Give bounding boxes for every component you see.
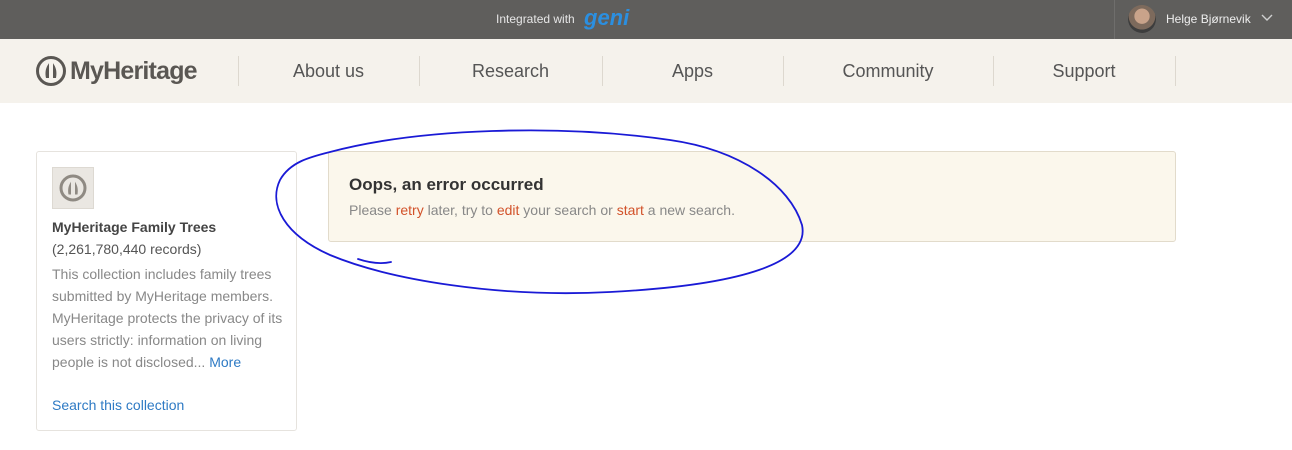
myheritage-logo[interactable]: MyHeritage (36, 56, 198, 86)
nav-support[interactable]: Support (993, 61, 1175, 82)
user-menu[interactable]: Helge Bjørnevik (1114, 0, 1292, 39)
error-msg-part: a new search. (643, 202, 735, 218)
retry-link[interactable]: retry (396, 202, 424, 218)
more-link[interactable]: More (209, 354, 241, 370)
search-collection-link[interactable]: Search this collection (52, 397, 184, 413)
chevron-down-icon (1261, 14, 1273, 21)
nav-community[interactable]: Community (783, 61, 993, 82)
error-message: Please retry later, try to edit your sea… (349, 202, 735, 218)
edit-link[interactable]: edit (497, 202, 520, 218)
error-message-box: Oops, an error occurred Please retry lat… (328, 151, 1176, 242)
geni-logo[interactable]: geni (584, 6, 640, 30)
collection-title[interactable]: MyHeritage Family Trees (52, 219, 216, 235)
myheritage-logo-icon (36, 56, 66, 86)
collection-card: MyHeritage Family Trees (2,261,780,440 r… (36, 151, 297, 431)
collection-records: (2,261,780,440 records) (52, 241, 202, 257)
collection-thumbnail[interactable] (52, 167, 94, 209)
collection-thumbnail-icon (59, 174, 87, 202)
user-name: Helge Bjørnevik (1166, 12, 1251, 26)
error-msg-part: your search or (519, 202, 617, 218)
logo-text: MyHeritage (70, 56, 198, 85)
collection-description: This collection includes family trees su… (52, 263, 288, 373)
integrated-with-text: Integrated with (496, 12, 575, 26)
collection-description-text: This collection includes family trees su… (52, 266, 283, 370)
nav-about-us[interactable]: About us (238, 61, 419, 82)
user-avatar (1128, 5, 1156, 33)
start-link[interactable]: start (617, 202, 644, 218)
error-msg-part: Please (349, 202, 396, 218)
nav-research[interactable]: Research (419, 61, 602, 82)
main-header: MyHeritage About us Research Apps Commun… (0, 39, 1292, 103)
svg-text:geni: geni (584, 6, 630, 30)
error-title: Oops, an error occurred (349, 175, 544, 194)
top-bar: Integrated with geni Helge Bjørnevik (0, 0, 1292, 39)
nav-divider (1175, 56, 1176, 86)
nav-apps[interactable]: Apps (602, 61, 783, 82)
error-msg-part: later, try to (423, 202, 497, 218)
